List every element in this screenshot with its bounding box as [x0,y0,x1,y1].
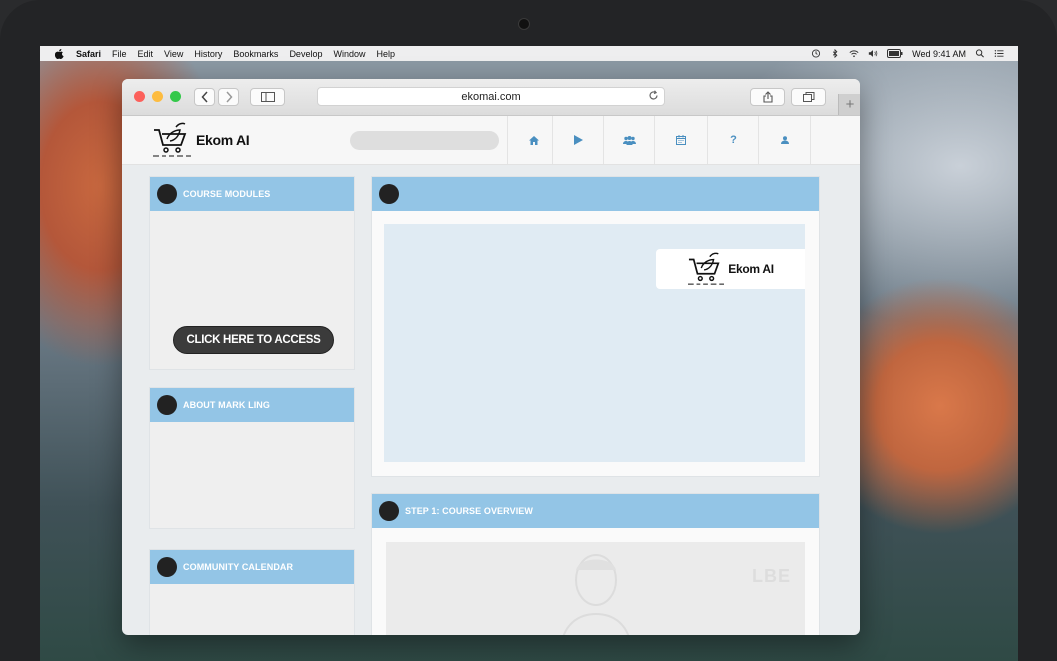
video-watermark: LBE [752,566,791,586]
video-brand-logo: Ekom AI [656,249,805,289]
notification-center-icon[interactable] [994,49,1004,58]
menu-bookmarks[interactable]: Bookmarks [233,49,278,59]
apple-icon[interactable] [54,48,64,59]
url-text: ekomai.com [461,90,521,103]
step1-header: STEP 1: COURSE OVERVIEW [372,494,819,528]
menu-file[interactable]: File [112,49,127,59]
plus-icon: + [845,96,855,113]
menu-help[interactable]: Help [376,49,395,59]
sidebar-toggle-button[interactable] [250,88,285,106]
panel-bullet-icon [379,501,399,521]
calendar-header: COMMUNITY CALENDAR [150,550,354,584]
panel-bullet-icon [157,184,177,204]
bluetooth-icon[interactable] [830,49,840,58]
presenter-thumbnail [562,554,630,635]
show-tabs-button[interactable] [791,88,826,106]
nav-help[interactable]: ? [707,116,759,164]
nav-play[interactable] [552,116,604,164]
home-icon [528,135,539,145]
menu-window[interactable]: Window [333,49,365,59]
site-logo[interactable]: Ekom AI [152,121,250,159]
nav-calendar[interactable] [654,116,706,164]
panel-bullet-icon [157,395,177,415]
brand-name: Ekom AI [196,132,250,148]
volume-icon[interactable] [868,49,878,58]
course-modules-title: COURSE MODULES [183,189,271,199]
menu-view[interactable]: View [164,49,183,59]
chevron-left-icon [200,91,208,103]
play-icon [574,135,583,145]
step1-video-player[interactable]: LBE [386,542,805,635]
camera [518,18,530,30]
menu-bar: Safari File Edit View History Bookmarks … [40,46,1018,61]
share-icon [762,91,773,103]
menu-history[interactable]: History [194,49,222,59]
step1-panel: STEP 1: COURSE OVERVIEW LBE [371,493,820,635]
new-tab-button[interactable]: + [838,94,860,115]
access-course-button[interactable]: CLICK HERE TO ACCESS [173,326,334,354]
back-button[interactable] [194,88,215,106]
close-window-button[interactable] [134,91,145,102]
menu-bar-status: Wed 9:41 AM [811,46,1004,61]
menu-clock[interactable]: Wed 9:41 AM [912,49,966,59]
zoom-window-button[interactable] [170,91,181,102]
time-machine-icon[interactable] [811,49,821,58]
shopping-cart-logo-icon [688,252,725,285]
wifi-icon[interactable] [849,49,859,58]
course-modules-panel: COURSE MODULES CLICK HERE TO ACCESS [149,176,355,370]
reload-icon[interactable] [648,90,659,104]
about-title: ABOUT MARK LING [183,400,270,410]
shopping-cart-logo-icon [153,122,191,157]
calendar-title: COMMUNITY CALENDAR [183,562,294,572]
site-search-input[interactable] [350,131,499,150]
minimize-window-button[interactable] [152,91,163,102]
menu-edit[interactable]: Edit [138,49,154,59]
address-bar[interactable]: ekomai.com [317,87,665,106]
sidebar-icon [260,92,275,102]
site-header: Ekom AI ? [122,116,860,165]
users-icon [623,135,636,145]
about-panel: ABOUT MARK LING [149,387,355,529]
panel-bullet-icon [157,557,177,577]
nav-account[interactable] [758,116,811,164]
course-modules-header: COURSE MODULES [150,177,354,211]
step1-title: STEP 1: COURSE OVERVIEW [405,506,533,516]
window-toolbar: ekomai.com + [122,79,860,116]
desktop-screen: Safari File Edit View History Bookmarks … [40,46,1018,661]
forward-button[interactable] [218,88,239,106]
menu-develop[interactable]: Develop [289,49,322,59]
calendar-icon [675,135,686,145]
video-brand-name: Ekom AI [728,262,774,276]
spotlight-icon[interactable] [975,49,985,58]
video-player[interactable]: Ekom AI [384,224,805,462]
user-icon [780,136,789,144]
safari-window: ekomai.com + Ekom AI ? COURSE MODULES CL… [122,79,860,635]
share-button[interactable] [750,88,785,106]
tabs-icon [802,92,814,102]
chevron-right-icon [225,91,233,103]
main-video-header [372,177,819,211]
calendar-panel: COMMUNITY CALENDAR [149,549,355,635]
about-header: ABOUT MARK LING [150,388,354,422]
main-video-panel: Ekom AI [371,176,820,477]
nav-community[interactable] [603,116,655,164]
panel-bullet-icon [379,184,399,204]
menu-app-name[interactable]: Safari [76,49,101,59]
battery-icon[interactable] [887,49,903,58]
help-icon: ? [730,134,737,146]
